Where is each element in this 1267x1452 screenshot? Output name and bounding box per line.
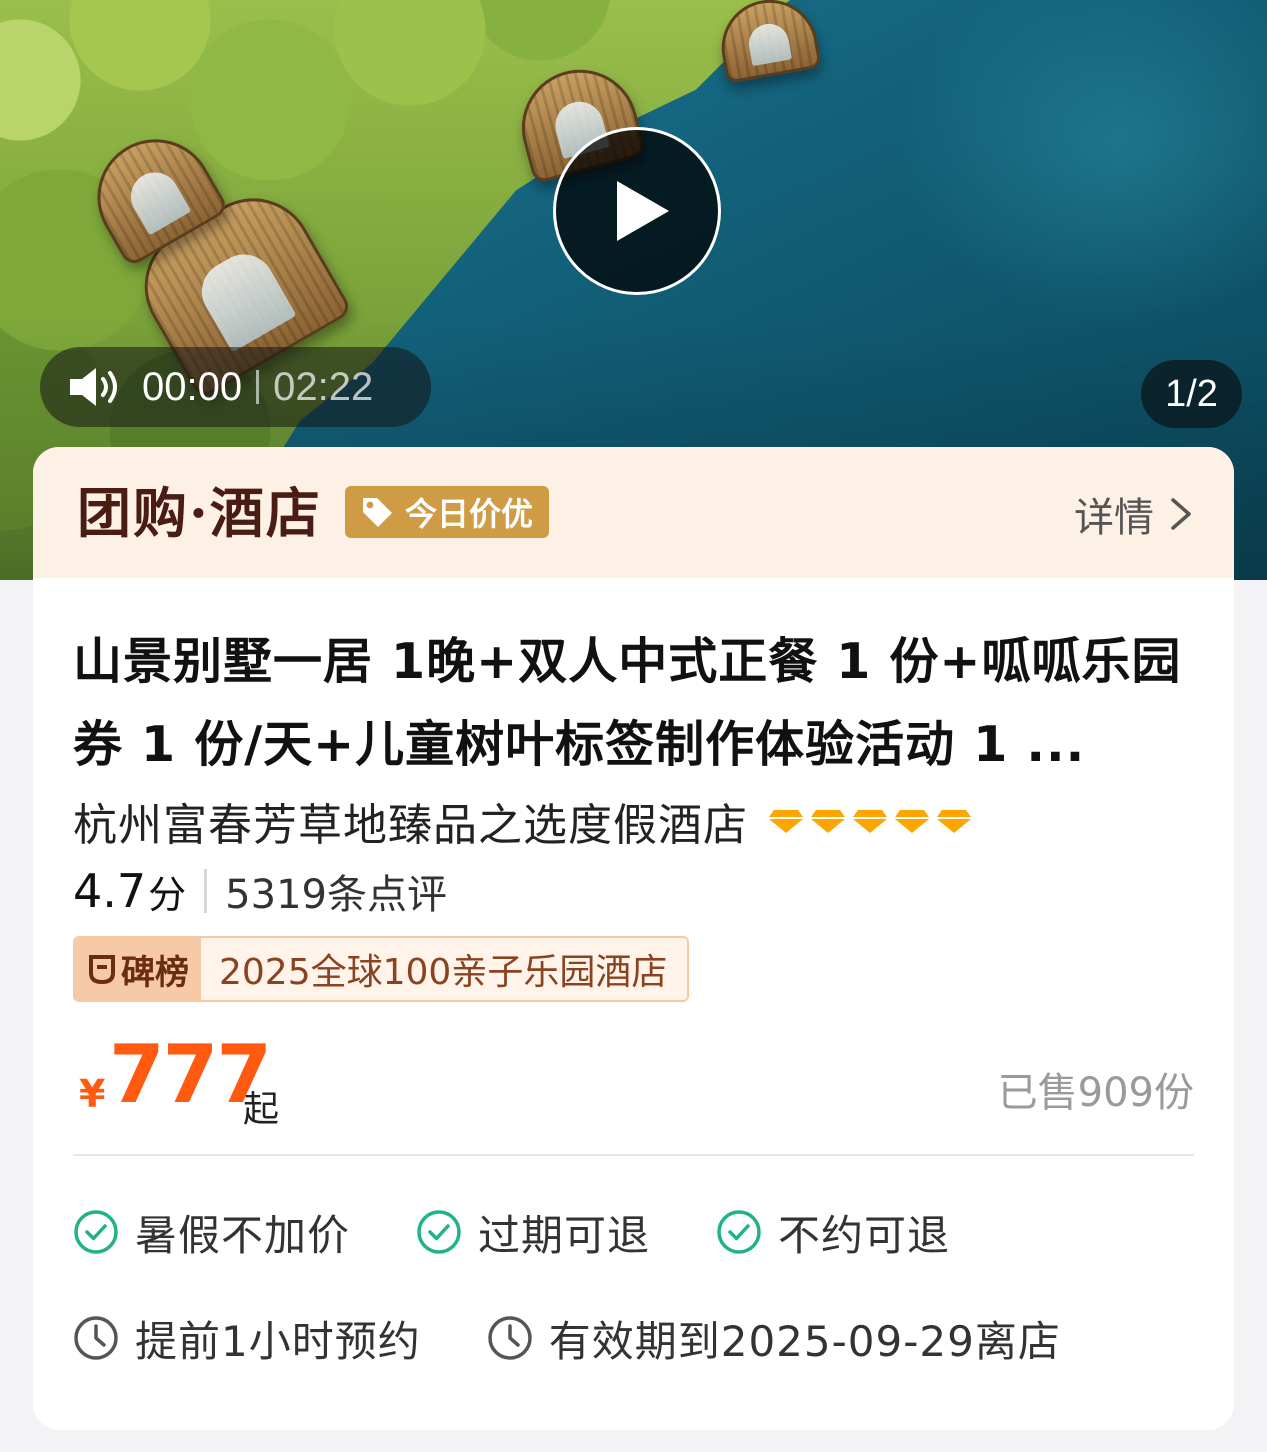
ranking-text: 2025全球100亲子乐园酒店 — [201, 938, 688, 1000]
ranking-label: 碑榜 — [75, 938, 201, 1000]
speaker-icon[interactable] — [68, 365, 124, 409]
price-currency: ¥ — [79, 1072, 106, 1116]
policy-text: 不约可退 — [778, 1210, 951, 1260]
ranking-badge[interactable]: 碑榜 2025全球100亲子乐园酒店 — [73, 936, 690, 1002]
card-body: 山景别墅一居 1晚+双人中式正餐 1 份+呱呱乐园券 1 份/天+儿童树叶标签制… — [33, 620, 1234, 1378]
todays-deal-badge: 今日价优 — [345, 486, 550, 538]
diamond-icon — [937, 810, 971, 833]
booking-advance-text: 提前1小时预约 — [135, 1316, 421, 1366]
policy-item-summer: 暑假不加价 — [73, 1202, 350, 1263]
sold-count: 已售909份 — [997, 1070, 1194, 1116]
diamond-icon — [811, 810, 845, 833]
deal-card: 团购·酒店 今日价优 详情 山景别墅一居 1晚+双人中式正餐 1 份+呱呱乐园券… — [33, 447, 1234, 1430]
chevron-right-icon — [1171, 498, 1191, 530]
review-count: 5319条点评 — [225, 872, 447, 918]
policy-item-unbooked-refund: 不约可退 — [716, 1202, 950, 1263]
rating-unit: 分 — [148, 872, 187, 917]
ranking-label-text: 碑榜 — [121, 952, 189, 993]
group-buy-hotel-title: 团购·酒店 — [77, 481, 322, 545]
deal-badge-label: 今日价优 — [405, 495, 534, 533]
check-circle-icon — [417, 1210, 461, 1254]
time-separator — [256, 370, 260, 404]
video-controls: 00:00 02:22 — [40, 347, 431, 427]
clock-icon — [487, 1316, 532, 1360]
play-icon — [617, 181, 669, 241]
policy-text: 暑假不加价 — [135, 1210, 351, 1260]
diamond-icon — [853, 810, 887, 833]
diamond-icon — [895, 810, 929, 833]
rating-row[interactable]: 4.7 分 5319条点评 — [73, 852, 1194, 930]
price-row: ¥ 777 起 已售909份 — [73, 1026, 1194, 1146]
hotel-row: 杭州富春芳草地臻品之选度假酒店 — [73, 790, 1194, 852]
price-suffix: 起 — [243, 1089, 280, 1130]
policy-text: 过期可退 — [478, 1210, 651, 1260]
rating-divider — [204, 869, 208, 913]
policy-item-expired-refund: 过期可退 — [416, 1202, 650, 1263]
hotel-name[interactable]: 杭州富春芳草地臻品之选度假酒店 — [73, 789, 748, 853]
details-label: 详情 — [1074, 495, 1154, 541]
play-button[interactable] — [553, 127, 721, 295]
card-header: 团购·酒店 今日价优 详情 — [33, 447, 1234, 578]
details-link[interactable]: 详情 — [1074, 485, 1194, 543]
ranking-logo-icon — [89, 955, 115, 985]
video-total-time: 02:22 — [273, 364, 374, 409]
price-tag-icon — [363, 498, 392, 527]
diamond-icon — [769, 810, 803, 833]
policy-row: 暑假不加价 过期可退 不约可退 — [73, 1192, 1194, 1272]
check-circle-icon — [74, 1210, 118, 1254]
clock-icon — [74, 1316, 118, 1360]
rating-score: 4.7 — [73, 864, 147, 918]
booking-row: 提前1小时预约 有效期到2025-09-29离店 — [73, 1298, 1194, 1378]
media-page-counter: 1/2 — [1141, 360, 1242, 428]
booking-validity: 有效期到2025-09-29离店 — [487, 1308, 1061, 1369]
deal-title[interactable]: 山景别墅一居 1晚+双人中式正餐 1 份+呱呱乐园券 1 份/天+儿童树叶标签制… — [73, 620, 1194, 786]
booking-advance: 提前1小时预约 — [73, 1308, 421, 1369]
booking-validity-text: 有效期到2025-09-29离店 — [548, 1316, 1061, 1366]
check-circle-icon — [717, 1210, 761, 1254]
card-divider — [73, 1154, 1194, 1156]
hotel-diamond-rating — [768, 808, 978, 834]
video-current-time: 00:00 — [142, 364, 243, 409]
